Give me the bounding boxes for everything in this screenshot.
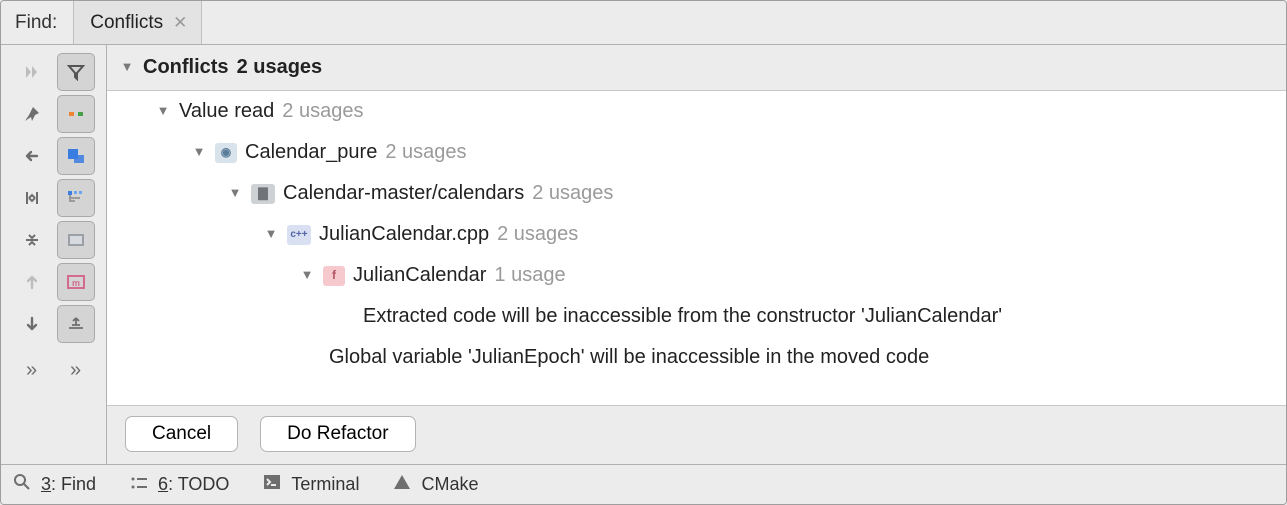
- find-tool-window: Find: Conflicts ✕: [0, 0, 1287, 505]
- arrow-down-icon[interactable]: [13, 305, 51, 343]
- todo-key: 6: [158, 474, 168, 494]
- todo-text: : TODO: [168, 474, 229, 494]
- module-icon[interactable]: m: [57, 263, 95, 301]
- main-area: m » » ▼ Conflicts: [1, 45, 1286, 464]
- tab-strip: Find: Conflicts ✕: [1, 1, 1286, 45]
- more-right-icon[interactable]: »: [57, 351, 95, 389]
- status-cmake[interactable]: CMake: [393, 474, 478, 495]
- more-left-icon[interactable]: »: [13, 351, 51, 389]
- scroll-to-source-icon[interactable]: [57, 95, 95, 133]
- conflict-message-2[interactable]: Global variable 'JulianEpoch' will be in…: [107, 337, 1286, 378]
- chevron-down-icon: ▼: [263, 224, 279, 244]
- expand-all-icon[interactable]: [13, 179, 51, 217]
- gutter-toolbar: m » »: [1, 45, 107, 464]
- tree-value-read[interactable]: ▼ Value read 2 usages: [107, 91, 1286, 132]
- content-column: ▼ Conflicts 2 usages ▼ Value read 2 usag…: [107, 45, 1286, 464]
- cancel-button[interactable]: Cancel: [125, 416, 238, 452]
- find-label: Find:: [1, 1, 73, 44]
- directory-label: Calendar-master/calendars: [283, 178, 524, 209]
- file-usages: 2 usages: [497, 219, 578, 250]
- module-icon: ◉: [215, 143, 237, 163]
- tab-conflicts[interactable]: Conflicts ✕: [73, 1, 202, 44]
- tree-view-icon[interactable]: [57, 179, 95, 217]
- tree-directory[interactable]: ▼ ▇ Calendar-master/calendars 2 usages: [107, 173, 1286, 214]
- svg-text:m: m: [71, 278, 79, 288]
- tab-label: Conflicts: [90, 12, 163, 34]
- list-icon: [130, 474, 148, 495]
- root-usages: 2 usages: [237, 52, 323, 83]
- message-text: Extracted code will be inaccessible from…: [363, 301, 1002, 332]
- tree-project[interactable]: ▼ ◉ Calendar_pure 2 usages: [107, 132, 1286, 173]
- function-label: JulianCalendar: [353, 260, 486, 291]
- chevron-down-icon: ▼: [191, 142, 207, 162]
- status-bar: 3: Find 6: TODO Terminal CMake: [1, 464, 1286, 504]
- terminal-label: Terminal: [291, 474, 359, 495]
- tree-function[interactable]: ▼ f JulianCalendar 1 usage: [107, 255, 1286, 296]
- value-read-usages: 2 usages: [282, 96, 363, 127]
- value-read-label: Value read: [179, 96, 274, 127]
- action-bar: Cancel Do Refactor: [107, 405, 1286, 464]
- filter-icon[interactable]: [57, 53, 95, 91]
- chevron-down-icon: ▼: [227, 183, 243, 203]
- pin-icon[interactable]: [13, 95, 51, 133]
- project-label: Calendar_pure: [245, 137, 377, 168]
- message-text: Global variable 'JulianEpoch' will be in…: [329, 342, 929, 373]
- arrow-up-icon[interactable]: [13, 263, 51, 301]
- group-by-icon[interactable]: [57, 137, 95, 175]
- export-icon[interactable]: [57, 305, 95, 343]
- root-label: Conflicts: [143, 52, 229, 83]
- cmake-icon: [393, 474, 411, 495]
- project-usages: 2 usages: [385, 137, 466, 168]
- status-find[interactable]: 3: Find: [13, 473, 96, 496]
- rerun-icon[interactable]: [13, 53, 51, 91]
- arrow-left-icon[interactable]: [13, 137, 51, 175]
- status-todo[interactable]: 6: TODO: [130, 474, 229, 495]
- cpp-file-icon: c++: [287, 225, 311, 245]
- tree-file[interactable]: ▼ c++ JulianCalendar.cpp 2 usages: [107, 214, 1286, 255]
- chevron-down-icon: ▼: [119, 57, 135, 77]
- function-icon: f: [323, 266, 345, 286]
- flatten-icon[interactable]: [57, 221, 95, 259]
- status-terminal[interactable]: Terminal: [263, 474, 359, 495]
- close-icon[interactable]: ✕: [173, 13, 187, 33]
- usage-tree: ▼ Conflicts 2 usages ▼ Value read 2 usag…: [107, 45, 1286, 405]
- do-refactor-button[interactable]: Do Refactor: [260, 416, 415, 452]
- chevron-down-icon: ▼: [299, 265, 315, 285]
- chevron-down-icon: ▼: [155, 101, 171, 121]
- file-label: JulianCalendar.cpp: [319, 219, 489, 250]
- search-icon: [13, 473, 31, 496]
- find-key: 3: [41, 474, 51, 494]
- cmake-label: CMake: [421, 474, 478, 495]
- directory-usages: 2 usages: [532, 178, 613, 209]
- find-text: : Find: [51, 474, 96, 494]
- collapse-all-icon[interactable]: [13, 221, 51, 259]
- conflict-message-1[interactable]: Extracted code will be inaccessible from…: [107, 296, 1286, 337]
- function-usages: 1 usage: [494, 260, 565, 291]
- tree-root[interactable]: ▼ Conflicts 2 usages: [107, 45, 1286, 91]
- terminal-icon: [263, 474, 281, 495]
- folder-icon: ▇: [251, 184, 275, 204]
